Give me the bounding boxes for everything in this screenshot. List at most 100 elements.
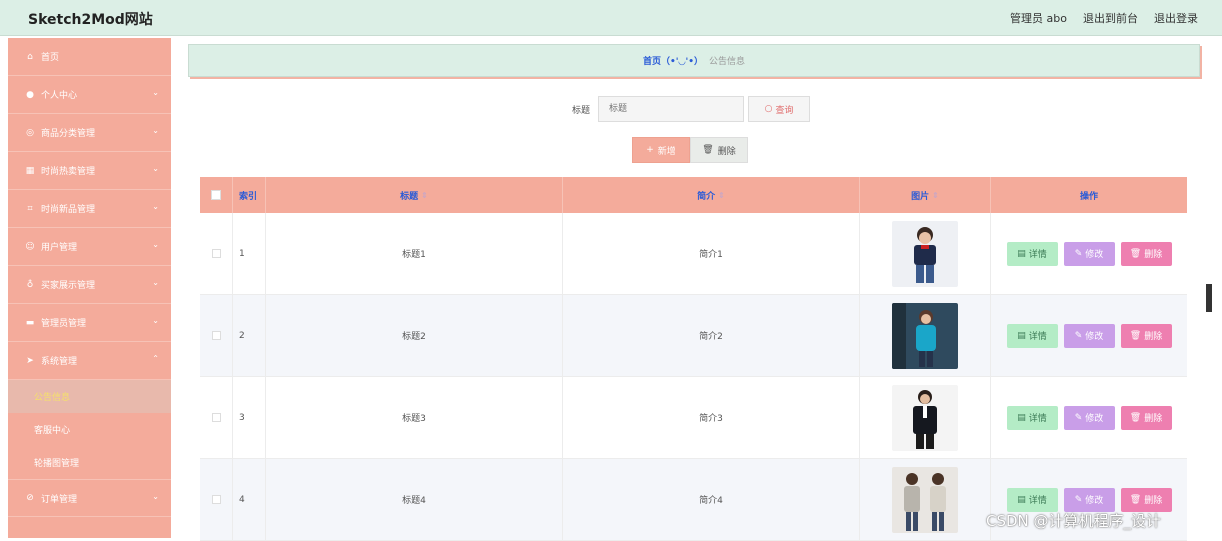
delete-button[interactable]: 🗑 删除 [1120, 405, 1172, 430]
send-icon: ➤ [26, 355, 34, 366]
sidebar-item-new-products[interactable]: ⌗ 时尚新品管理 ⌄ [8, 190, 171, 228]
row-actions: ▤ 详情 ✎ 修改 🗑 删除 [991, 377, 1187, 458]
delete-label: 删除 [1144, 332, 1163, 342]
product-thumbnail[interactable] [892, 302, 958, 369]
sort-icon: ⇕ [421, 190, 428, 200]
batch-delete-button[interactable]: 🗑 删除 [690, 137, 748, 163]
chevron-down-icon: ⌄ [152, 278, 159, 287]
sidebar-item-label: 用户管理 [41, 243, 78, 253]
sidebar-item-orders[interactable]: ⊘ 订单管理 ⌄ [8, 479, 171, 517]
product-thumbnail[interactable] [892, 220, 958, 287]
edit-button[interactable]: ✎ 修改 [1063, 241, 1115, 266]
header-title[interactable]: 标题 ⇕ [266, 177, 563, 213]
sidebar-item-profile[interactable]: ● 个人中心 ⌄ [8, 76, 171, 114]
pencil-icon: ✎ [1074, 248, 1083, 259]
detail-button[interactable]: ▤ 详情 [1006, 241, 1058, 266]
search-label: 标题 [572, 105, 591, 116]
row-title: 标题1 [266, 213, 563, 294]
row-actions: ▤ 详情 ✎ 修改 🗑 删除 [991, 295, 1187, 376]
to-front-link[interactable]: 退出到前台 [1083, 10, 1138, 26]
detail-button[interactable]: ▤ 详情 [1006, 405, 1058, 430]
sidebar-subitem-announcements[interactable]: 公告信息 [8, 380, 171, 413]
detail-button[interactable]: ▤ 详情 [1006, 487, 1058, 512]
search-bar: 标题 ○ 查询 [572, 96, 811, 122]
row-checkbox-cell [200, 295, 233, 376]
sidebar-item-category[interactable]: ◎ 商品分类管理 ⌄ [8, 114, 171, 152]
trash-icon: 🗑 [1129, 330, 1142, 341]
sidebar-item-hot-sale[interactable]: ▦ 时尚热卖管理 ⌄ [8, 152, 171, 190]
delete-button[interactable]: 🗑 删除 [1120, 241, 1172, 266]
trash-icon: 🗑 [1129, 248, 1142, 259]
logout-link[interactable]: 退出登录 [1154, 10, 1198, 26]
row-checkbox[interactable] [211, 249, 221, 258]
search-button[interactable]: ○ 查询 [748, 96, 811, 122]
delete-label: 删除 [1144, 250, 1163, 260]
row-intro: 简介3 [563, 377, 860, 458]
sidebar-item-label: 订单管理 [41, 494, 78, 505]
edit-button[interactable]: ✎ 修改 [1063, 487, 1115, 512]
sidebar-item-admins[interactable]: ▬ 管理员管理 ⌄ [8, 304, 171, 342]
search-input[interactable] [598, 96, 745, 122]
select-all-checkbox[interactable] [211, 190, 221, 200]
table-header: 索引 标题 ⇕ 简介 ⇕ 图片 ⇕ 操作 [200, 177, 1187, 213]
pencil-icon: ✎ [1074, 494, 1083, 505]
sidebar-subitem-customer-service[interactable]: 客服中心 [8, 413, 171, 446]
delete-button[interactable]: 🗑 删除 [1120, 323, 1172, 348]
pencil-icon: ✎ [1074, 412, 1083, 423]
sidebar-item-label: 时尚新品管理 [41, 205, 96, 215]
row-checkbox[interactable] [211, 331, 221, 340]
row-checkbox-cell [200, 213, 233, 294]
row-image-cell [860, 377, 991, 458]
header-image-label: 图片 [911, 191, 930, 202]
face-icon: ☺ [25, 241, 35, 252]
user-icon: ● [26, 89, 34, 100]
detail-label: 详情 [1028, 414, 1047, 424]
product-thumbnail[interactable] [892, 466, 958, 533]
row-checkbox[interactable] [211, 495, 221, 504]
header-title-label: 标题 [400, 191, 419, 202]
trash-icon: 🗑 [702, 145, 714, 155]
delete-label: 删除 [1144, 414, 1163, 424]
sidebar-item-buyer-show[interactable]: ♁ 买家展示管理 ⌄ [8, 266, 171, 304]
sidebar-subitem-carousel[interactable]: 轮播图管理 [8, 446, 171, 479]
row-index: 1 [233, 213, 266, 294]
pencil-icon: ✎ [1074, 330, 1083, 341]
delete-button[interactable]: 🗑 删除 [1120, 487, 1172, 512]
row-index: 3 [233, 377, 266, 458]
batch-delete-label: 删除 [717, 146, 736, 157]
product-thumbnail[interactable] [892, 384, 958, 451]
home-icon: ⌂ [27, 51, 33, 62]
header-image[interactable]: 图片 ⇕ [860, 177, 991, 213]
grid-icon: ▦ [25, 165, 35, 176]
edit-button[interactable]: ✎ 修改 [1063, 323, 1115, 348]
delete-label: 删除 [1144, 496, 1163, 506]
sidebar-item-home[interactable]: ⌂ 首页 [8, 38, 171, 76]
edit-button[interactable]: ✎ 修改 [1063, 405, 1115, 430]
document-icon: ▤ [1017, 412, 1026, 423]
row-image-cell [860, 295, 991, 376]
row-image-cell [860, 459, 991, 540]
add-button[interactable]: + 新增 [632, 137, 690, 163]
edit-label: 修改 [1085, 414, 1104, 424]
detail-button[interactable]: ▤ 详情 [1006, 323, 1058, 348]
header-intro-label: 简介 [697, 191, 716, 202]
top-links: 管理员 abo 退出到前台 退出登录 [1010, 10, 1198, 26]
globe-icon: ◎ [26, 127, 34, 138]
sidebar-item-system[interactable]: ➤ 系统管理 ⌃ [8, 342, 171, 380]
table-row: 3 标题3 简介3 ▤ 详情 ✎ 修改 🗑 删除 [200, 377, 1187, 459]
header-ops: 操作 [1079, 191, 1098, 202]
admin-label: 管理员 abo [1010, 12, 1067, 25]
announcement-table: 索引 标题 ⇕ 简介 ⇕ 图片 ⇕ 操作 1 标题1 简介1 ▤ 详情 ✎ 修改 🗑 删除 … [200, 177, 1187, 541]
trash-icon: 🗑 [1129, 494, 1142, 505]
document-icon: ▤ [1017, 330, 1026, 341]
ticket-icon: ▬ [25, 317, 35, 328]
row-checkbox[interactable] [211, 413, 221, 422]
row-intro: 简介2 [563, 295, 860, 376]
breadcrumb-home[interactable]: 首页（•'◡'•） [643, 54, 703, 67]
sidebar-item-users[interactable]: ☺ 用户管理 ⌄ [8, 228, 171, 266]
header-intro[interactable]: 简介 ⇕ [563, 177, 860, 213]
sidebar-item-label: 个人中心 [41, 91, 78, 101]
chevron-down-icon: ⌄ [152, 492, 159, 501]
sidebar: ⌂ 首页 ● 个人中心 ⌄ ◎ 商品分类管理 ⌄ ▦ 时尚热卖管理 ⌄ ⌗ 时尚… [8, 38, 171, 538]
scrollbar-thumb[interactable] [1206, 284, 1212, 312]
